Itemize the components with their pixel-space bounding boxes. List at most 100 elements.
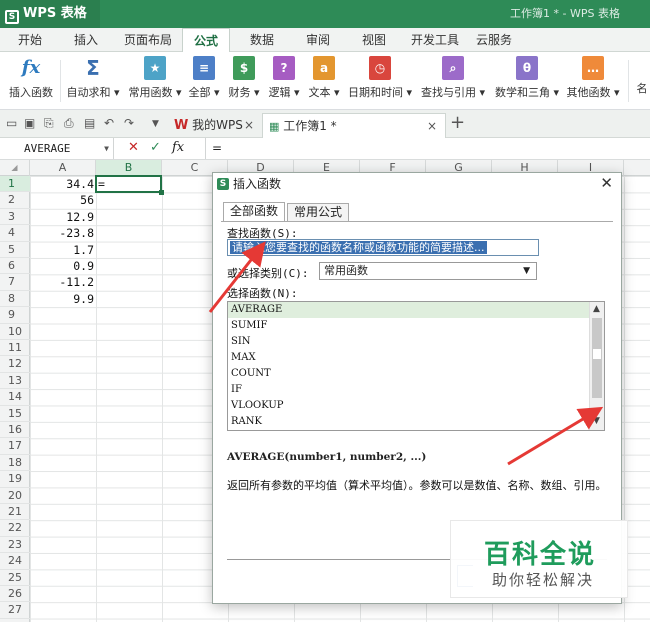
save-icon[interactable]: ▣ <box>24 116 35 130</box>
close-tab-icon[interactable]: × <box>244 113 254 137</box>
column-header[interactable]: A <box>30 160 96 176</box>
cell-a8[interactable]: 9.9 <box>30 291 94 307</box>
cancel-x-icon[interactable]: ✕ <box>128 140 139 155</box>
quick-access-dropdown-icon[interactable]: ▼ <box>152 119 159 129</box>
print-icon[interactable]: ⎙ <box>64 116 74 131</box>
doc-tab-my-wps[interactable]: W 我的WPS × <box>168 113 260 138</box>
cell-a1[interactable]: 34.4 <box>30 176 94 192</box>
redo-icon[interactable]: ↷ <box>124 116 134 130</box>
fill-handle[interactable] <box>159 190 164 195</box>
cell-a7[interactable]: -11.2 <box>30 274 94 290</box>
menu-tab-review[interactable]: 审阅 <box>296 28 340 52</box>
row-header[interactable]: 21 <box>0 504 30 521</box>
row-header[interactable]: 6 <box>0 258 30 275</box>
function-list-scrollbar[interactable]: ▲ ▼ <box>589 302 604 430</box>
menu-tab-insert[interactable]: 插入 <box>64 28 108 52</box>
financial-button[interactable]: $ 财务 ▾ <box>226 56 262 106</box>
row-header[interactable]: 10 <box>0 324 30 340</box>
name-manager-button[interactable]: 名 <box>634 80 650 100</box>
row-header[interactable]: 16 <box>0 422 30 439</box>
list-item[interactable]: SUMIF <box>228 318 590 334</box>
row-header[interactable]: 12 <box>0 356 30 373</box>
name-box-dropdown-icon[interactable]: ▼ <box>104 138 109 159</box>
open-folder-icon[interactable]: ▭ <box>6 116 17 130</box>
date-time-button[interactable]: ◷ 日期和时间 ▾ <box>346 56 414 106</box>
text-button[interactable]: a 文本 ▾ <box>306 56 342 106</box>
list-item[interactable]: SIN <box>228 334 590 350</box>
formula-input[interactable]: = <box>205 138 650 159</box>
cell-a5[interactable]: 1.7 <box>30 242 94 258</box>
row-header[interactable]: 23 <box>0 537 30 554</box>
menu-tab-developer[interactable]: 开发工具 <box>406 28 464 52</box>
close-icon[interactable]: ✕ <box>600 174 613 192</box>
chevron-down-icon[interactable]: ▼ <box>523 263 530 279</box>
row-header[interactable]: 20 <box>0 488 30 504</box>
common-functions-button[interactable]: ★ 常用函数 ▾ <box>126 56 184 106</box>
math-trig-button[interactable]: θ 数学和三角 ▾ <box>492 56 562 106</box>
function-list[interactable]: AVERAGE SUMIF SIN MAX COUNT IF VLOOKUP R… <box>227 301 605 431</box>
category-select[interactable]: 常用函数 ▼ <box>319 262 537 280</box>
function-search-input[interactable]: 请输入您要查找的函数名称或函数功能的简要描述... <box>227 239 539 256</box>
row-header[interactable]: 25 <box>0 570 30 586</box>
list-item[interactable]: AVERAGE <box>228 302 590 318</box>
close-tab-icon[interactable]: × <box>427 114 437 138</box>
other-functions-button[interactable]: … 其他函数 ▾ <box>564 56 622 106</box>
confirm-check-icon[interactable]: ✓ <box>150 140 161 155</box>
insert-function-button[interactable]: fx 插入函数 <box>4 56 58 106</box>
scroll-up-icon[interactable]: ▲ <box>593 304 600 314</box>
fx-icon[interactable]: fx <box>172 140 184 155</box>
select-all-corner[interactable]: ◢ <box>0 160 30 176</box>
menu-tab-data[interactable]: 数据 <box>240 28 284 52</box>
logical-button[interactable]: ? 逻辑 ▾ <box>266 56 302 106</box>
list-item[interactable]: IF <box>228 382 590 398</box>
cell-a3[interactable]: 12.9 <box>30 209 94 225</box>
all-functions-button[interactable]: ≡ 全部 ▾ <box>186 56 222 106</box>
export-icon[interactable]: ⎘ <box>44 116 54 131</box>
menu-tab-cloud[interactable]: 云服务 <box>470 28 518 52</box>
active-cell-b1[interactable]: = <box>95 175 164 195</box>
row-header[interactable]: 24 <box>0 553 30 570</box>
cell-a6[interactable]: 0.9 <box>30 258 94 274</box>
ribbon-separator <box>628 60 629 102</box>
cell-a4[interactable]: -23.8 <box>30 225 94 241</box>
tab-common-formulas[interactable]: 常用公式 <box>287 203 350 221</box>
name-box[interactable]: AVERAGE ▼ <box>0 138 114 159</box>
menu-tab-view[interactable]: 视图 <box>352 28 396 52</box>
row-header[interactable]: 7 <box>0 274 30 291</box>
print-preview-icon[interactable]: ▤ <box>84 116 95 130</box>
row-header[interactable]: 4 <box>0 225 30 242</box>
list-item[interactable]: RANK <box>228 414 590 430</box>
row-header[interactable]: 22 <box>0 520 30 537</box>
row-header[interactable]: 26 <box>0 586 30 603</box>
row-header[interactable]: 11 <box>0 340 30 357</box>
menu-tab-page-layout[interactable]: 页面布局 <box>118 28 178 52</box>
lookup-reference-button[interactable]: ⌕ 查找与引用 ▾ <box>418 56 488 106</box>
autosum-button[interactable]: Σ 自动求和 ▾ <box>64 56 122 106</box>
row-header[interactable]: 1 <box>0 176 30 193</box>
row-header[interactable]: 8 <box>0 291 30 308</box>
menu-tab-formulas[interactable]: 公式 <box>182 28 230 52</box>
cell-a2[interactable]: 56 <box>30 192 94 208</box>
row-header[interactable]: 2 <box>0 192 30 209</box>
list-item[interactable]: MAX <box>228 350 590 366</box>
app-menu-button[interactable]: SWPS 表格▾ <box>0 0 100 56</box>
list-item[interactable]: VLOOKUP <box>228 398 590 414</box>
row-header[interactable]: 5 <box>0 242 30 258</box>
new-tab-plus-icon[interactable]: + <box>450 112 465 133</box>
tab-all-functions[interactable]: 全部函数 <box>223 202 286 222</box>
list-item[interactable]: COUNT <box>228 366 590 382</box>
row-header[interactable]: 9 <box>0 307 30 324</box>
column-header[interactable]: B <box>96 160 162 176</box>
row-header[interactable]: 13 <box>0 373 30 390</box>
scroll-down-icon[interactable]: ▼ <box>593 416 600 426</box>
undo-icon[interactable]: ↶ <box>104 116 114 130</box>
row-header[interactable]: 27 <box>0 602 30 619</box>
row-header[interactable]: 3 <box>0 209 30 226</box>
menu-tab-home[interactable]: 开始 <box>8 28 52 52</box>
row-header[interactable]: 18 <box>0 455 30 472</box>
row-header[interactable]: 15 <box>0 406 30 422</box>
doc-tab-workbook1[interactable]: ▦ 工作簿1 * × <box>262 113 446 138</box>
row-header[interactable]: 17 <box>0 438 30 455</box>
row-header[interactable]: 19 <box>0 471 30 488</box>
row-header[interactable]: 14 <box>0 389 30 406</box>
